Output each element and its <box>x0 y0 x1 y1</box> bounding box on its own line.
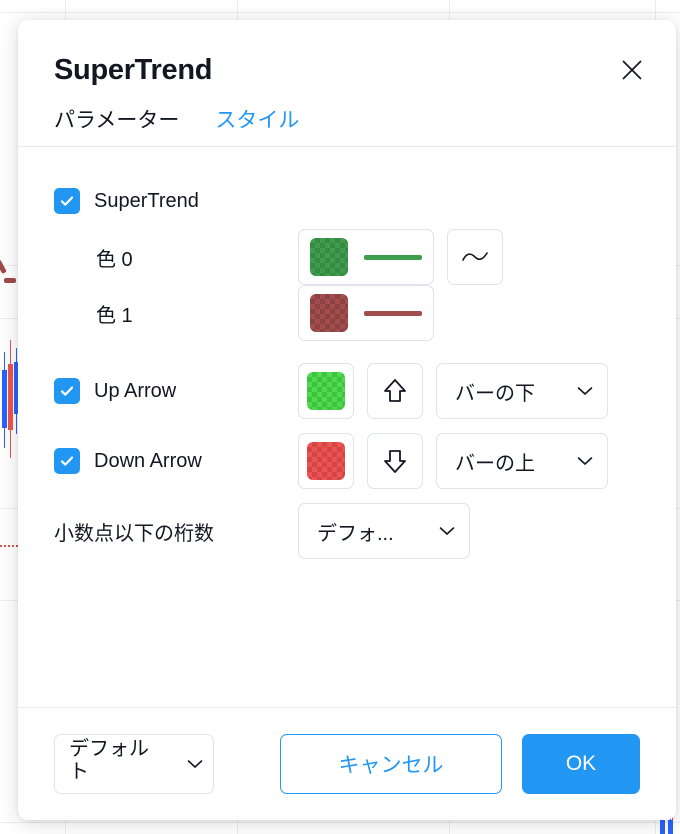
color-line-group-1[interactable] <box>298 285 434 341</box>
row-up-arrow: Up Arrow バーの下 <box>54 363 640 419</box>
line-style-button[interactable] <box>447 229 503 285</box>
color-swatch-up-arrow <box>307 372 345 410</box>
cancel-button[interactable]: キャンセル <box>280 734 502 794</box>
chevron-down-icon <box>439 527 455 535</box>
line-width-preview-0[interactable] <box>364 254 422 260</box>
chevron-down-icon <box>577 387 593 395</box>
template-select[interactable]: デフォルト <box>54 734 214 794</box>
arrow-up-icon <box>384 379 406 402</box>
row-decimals: 小数点以下の桁数 デフォ... <box>54 503 640 559</box>
dialog-header: SuperTrend <box>18 20 676 85</box>
up-arrow-position-select[interactable]: バーの下 <box>436 363 608 419</box>
check-icon <box>60 386 74 396</box>
line-width-preview-1[interactable] <box>364 310 422 316</box>
up-arrow-position-value: バーの下 <box>455 382 535 405</box>
color-line-group-0[interactable] <box>298 229 434 285</box>
close-button[interactable] <box>612 50 652 90</box>
page-title: SuperTrend <box>54 54 213 86</box>
check-icon <box>60 456 74 466</box>
ok-button[interactable]: OK <box>522 734 640 794</box>
color-swatch-button-up[interactable] <box>298 363 354 419</box>
trend-line-segment <box>4 278 16 283</box>
down-arrow-position-value: バーの上 <box>455 452 535 475</box>
label-color-1: 色 1 <box>96 304 133 327</box>
grid-line-horizontal <box>0 822 680 823</box>
supertrend-settings-dialog: SuperTrend パラメーター スタイル SuperTrend 色 0 色 … <box>18 20 676 820</box>
candlestick <box>660 818 665 834</box>
tab-bar: パラメーター スタイル <box>18 85 676 147</box>
tab-parameters[interactable]: パラメーター <box>54 104 179 146</box>
arrow-down-icon <box>384 450 406 473</box>
checkbox-down-arrow[interactable] <box>54 448 80 474</box>
label-down-arrow: Down Arrow <box>94 449 202 472</box>
candlestick <box>668 818 673 834</box>
label-supertrend: SuperTrend <box>94 189 199 212</box>
tab-style[interactable]: スタイル <box>215 104 299 146</box>
trend-line-segment <box>0 259 7 275</box>
row-down-arrow: Down Arrow バーの上 <box>54 433 640 489</box>
color-swatch-1[interactable] <box>310 294 348 332</box>
down-arrow-position-select[interactable]: バーの上 <box>436 433 608 489</box>
grid-line-horizontal <box>0 12 680 13</box>
candlestick <box>8 340 13 458</box>
footer-actions: キャンセル OK <box>280 734 640 794</box>
check-icon <box>60 196 74 206</box>
price-level-line <box>0 545 18 547</box>
dialog-footer: デフォルト キャンセル OK <box>18 708 676 820</box>
chevron-down-icon <box>187 760 203 768</box>
decimals-value: デフォ... <box>317 522 394 545</box>
checkbox-up-arrow[interactable] <box>54 378 80 404</box>
label-up-arrow: Up Arrow <box>94 379 177 402</box>
row-supertrend: SuperTrend <box>54 173 640 229</box>
down-arrow-style-button[interactable] <box>367 433 423 489</box>
dialog-body: SuperTrend 色 0 色 1 Up Arrow バーの下 Down Ar… <box>18 147 676 708</box>
wave-line-icon <box>462 252 488 261</box>
label-color-0: 色 0 <box>96 248 133 271</box>
close-icon <box>622 60 642 80</box>
decimals-select[interactable]: デフォ... <box>298 503 470 559</box>
label-decimals: 小数点以下の桁数 <box>54 522 214 545</box>
color-swatch-button-down[interactable] <box>298 433 354 489</box>
row-color-0: 色 0 <box>54 229 640 285</box>
candlestick <box>2 352 7 448</box>
checkbox-supertrend[interactable] <box>54 188 80 214</box>
color-swatch-0[interactable] <box>310 238 348 276</box>
color-swatch-down-arrow <box>307 442 345 480</box>
row-color-1: 色 1 <box>54 285 640 341</box>
chevron-down-icon <box>577 457 593 465</box>
up-arrow-style-button[interactable] <box>367 363 423 419</box>
template-select-value: デフォルト <box>69 738 149 783</box>
